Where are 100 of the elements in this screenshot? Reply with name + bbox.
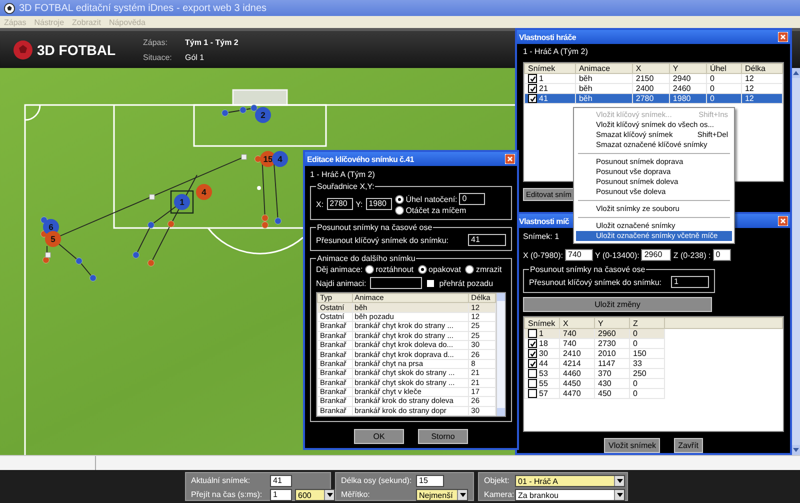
checkbox[interactable] xyxy=(528,389,537,398)
column-header[interactable]: X xyxy=(560,318,594,328)
caret-icon xyxy=(614,490,624,500)
field-label: Aktuální snímek: xyxy=(191,475,252,487)
close-icon[interactable] xyxy=(778,32,788,42)
object-dropdown[interactable]: 01 - Hráč A xyxy=(515,475,625,487)
table-cell: 2730 xyxy=(594,338,630,348)
column-header[interactable]: Y xyxy=(594,318,630,328)
situation-name: Gól 1 xyxy=(185,52,206,62)
radio-label: Otáčet za míčem xyxy=(406,206,466,215)
player-marker[interactable] xyxy=(272,151,288,167)
radio-button[interactable] xyxy=(364,265,374,274)
group-title: Souřadnice X,Y: xyxy=(316,182,376,191)
dialog-button[interactable]: OK xyxy=(354,429,404,444)
player-number: 15 xyxy=(263,154,273,164)
x-field[interactable]: 740 xyxy=(565,249,594,261)
player-name: 1 - Hráč A (Tým 2) xyxy=(310,170,376,179)
milliseconds-dropdown[interactable]: 600 xyxy=(295,489,335,501)
field-label: Kamera: xyxy=(484,489,512,501)
radio-label: roztáhnout xyxy=(376,265,414,274)
column-header[interactable]: Snímek xyxy=(524,318,560,328)
y-field[interactable]: 2960 xyxy=(641,249,672,261)
scale-dropdown[interactable]: Nejmenší xyxy=(416,489,468,501)
table-row[interactable]: 53 4460 370 250 xyxy=(524,368,782,378)
table-row[interactable]: 41 běh 2780 1980 0 12 xyxy=(524,94,782,104)
table-cell: 2410 xyxy=(560,348,594,358)
table-cell: 0 xyxy=(630,388,664,398)
radio-label: zmrazit xyxy=(476,265,502,274)
close-icon[interactable] xyxy=(505,154,515,164)
table-row[interactable]: 30 2410 2010 150 xyxy=(524,348,782,358)
player-number: 5 xyxy=(50,234,56,244)
table-cell: 12 xyxy=(741,74,782,84)
situation-label: Situace: xyxy=(143,52,173,62)
radio-button[interactable] xyxy=(394,194,404,204)
ball-icon xyxy=(4,2,15,14)
checkbox[interactable] xyxy=(528,369,537,378)
checkbox[interactable] xyxy=(528,94,537,103)
checkbox[interactable] xyxy=(528,329,537,338)
table-cell: 4460 xyxy=(560,368,594,378)
player-marker[interactable] xyxy=(174,194,190,210)
player-number: 4 xyxy=(278,154,282,164)
checkbox[interactable] xyxy=(528,84,537,93)
column-header[interactable]: Animace xyxy=(575,64,632,74)
field-label: Přesunout klíčový snímek do snímku: xyxy=(529,278,662,286)
length-field[interactable]: 15 xyxy=(416,475,444,487)
field-label: X (0-7980): xyxy=(523,250,564,260)
radio-label: opakovat xyxy=(428,265,461,274)
field-label: Děj animace: xyxy=(316,265,363,274)
checkbox[interactable] xyxy=(528,379,537,388)
dialog-button[interactable]: Vložit snímek xyxy=(604,438,660,453)
frame-field[interactable]: 41 xyxy=(468,234,506,246)
column-header[interactable]: Snímek xyxy=(524,64,576,74)
checkbox[interactable] xyxy=(528,359,537,368)
column-header[interactable]: Z xyxy=(630,318,664,328)
caret-icon xyxy=(457,490,467,500)
column-header[interactable]: Délka xyxy=(741,64,782,74)
table-cell: 2940 xyxy=(669,74,706,84)
table-cell: 4470 xyxy=(560,388,594,398)
cell-text: 1 xyxy=(539,329,544,338)
table-row[interactable]: 1 běh 2150 2940 0 12 xyxy=(524,74,782,84)
table-row[interactable]: 55 4450 430 0 xyxy=(524,378,782,388)
radio-button[interactable] xyxy=(418,265,426,274)
group-title: Posunout snímky na časové ose xyxy=(529,265,646,274)
close-icon[interactable] xyxy=(778,216,788,226)
dialog-button[interactable]: Storno xyxy=(418,429,468,444)
timeline-track[interactable] xyxy=(0,455,800,470)
window-title: Editace klíčového snímku č.41 xyxy=(307,154,414,164)
table-row[interactable]: 44 4214 1147 33 xyxy=(524,358,782,368)
seconds-field[interactable]: 1 xyxy=(270,489,292,501)
window-title: 3D FOTBAL editační systém iDnes - export web 3 idnes xyxy=(19,2,267,14)
checkbox[interactable] xyxy=(528,349,537,358)
table-row[interactable]: 57 4470 450 0 xyxy=(524,388,782,398)
column-header[interactable]: Y xyxy=(669,64,706,74)
x-field[interactable]: 2780 xyxy=(326,198,353,210)
dialog-button[interactable]: Zavřít xyxy=(674,438,703,453)
frame-label: Snímek: 1 xyxy=(523,231,560,243)
y-field[interactable]: 1980 xyxy=(366,198,392,210)
player-marker[interactable] xyxy=(45,231,61,247)
radio-button[interactable] xyxy=(394,206,404,215)
match-label: Zápas: xyxy=(143,38,168,46)
column-header[interactable]: X xyxy=(632,64,670,74)
camera-dropdown[interactable]: Za brankou xyxy=(515,489,625,501)
player-marker[interactable] xyxy=(196,184,212,200)
z-field[interactable]: 0 xyxy=(712,249,731,261)
column-header[interactable]: Úhel xyxy=(706,64,742,74)
search-field[interactable] xyxy=(370,277,422,289)
scrollbar[interactable] xyxy=(496,293,505,416)
player-marker[interactable] xyxy=(255,107,271,123)
frame-field[interactable]: 1 xyxy=(671,276,709,288)
save-changes-button[interactable]: Uložit změny xyxy=(523,297,712,312)
table-cell: 4450 xyxy=(560,378,594,388)
checkbox[interactable] xyxy=(426,278,436,288)
radio-button[interactable] xyxy=(464,265,474,274)
checkbox[interactable] xyxy=(528,339,537,348)
table-cell: 4214 xyxy=(560,358,594,368)
table-row[interactable]: 1 740 2960 0 xyxy=(524,328,782,338)
angle-field[interactable]: 0 xyxy=(459,193,486,205)
checkbox[interactable] xyxy=(528,74,537,83)
table-row[interactable]: 18 740 2730 0 xyxy=(524,338,782,348)
current-frame-field[interactable]: 41 xyxy=(270,475,292,487)
